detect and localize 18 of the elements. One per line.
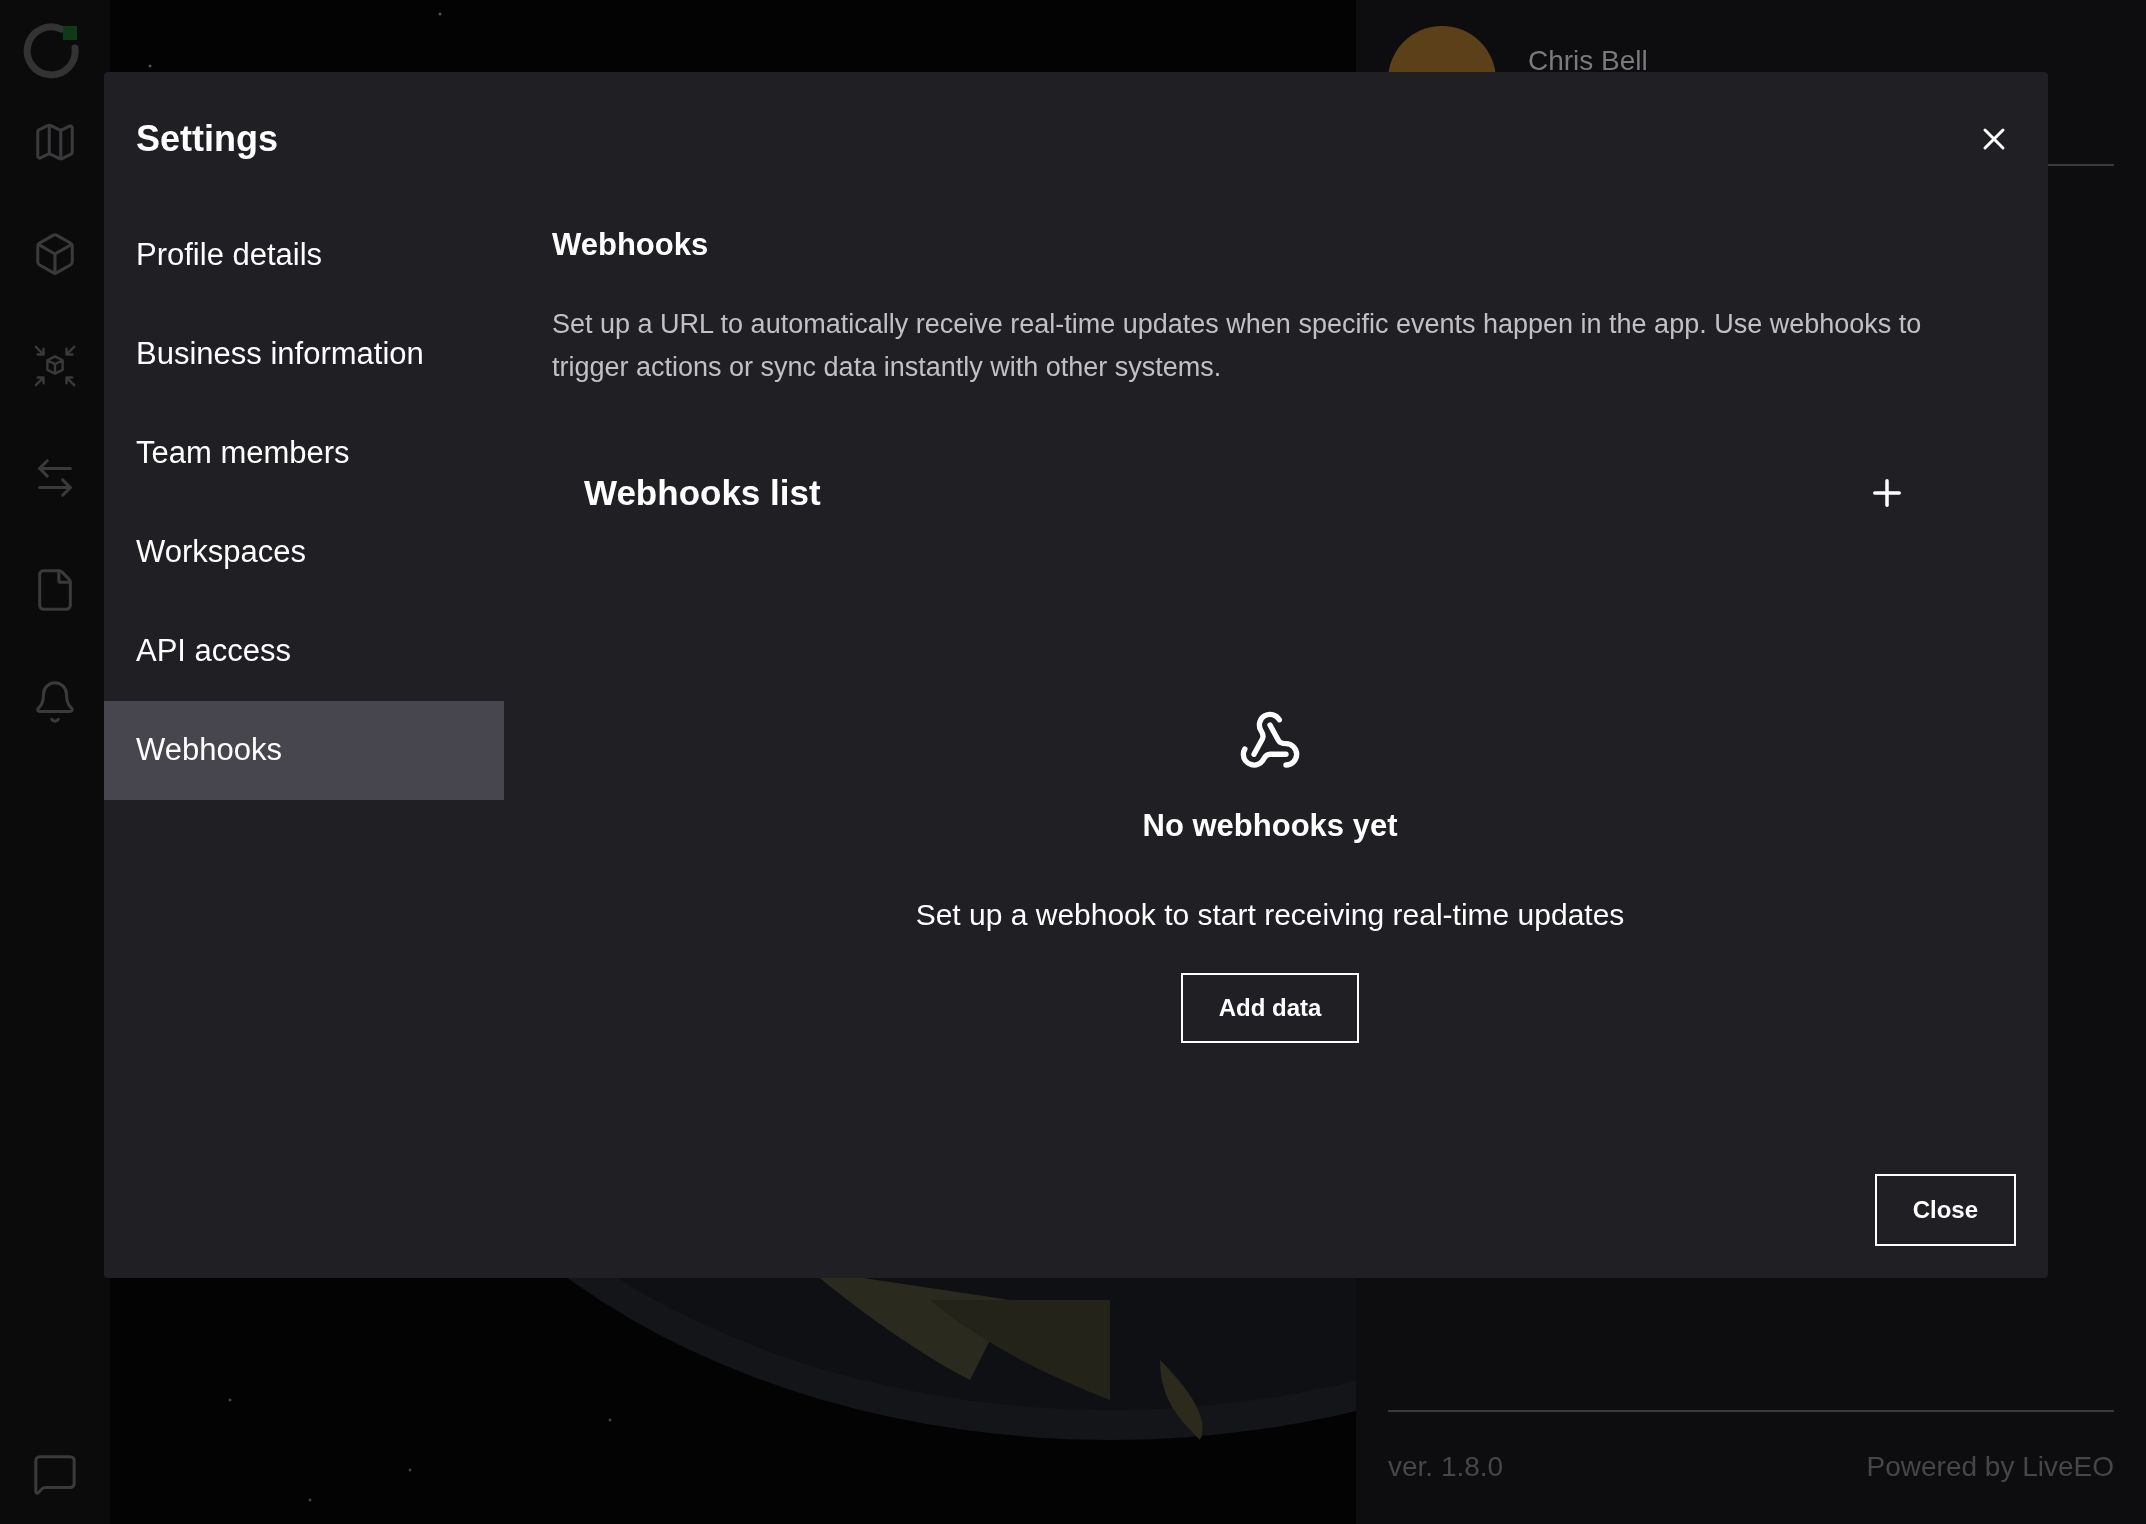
empty-state-text: Set up a webhook to start receiving real-time updates <box>915 896 1625 933</box>
settings-nav-item[interactable]: Team members <box>104 404 504 503</box>
close-button[interactable]: Close <box>1874 1174 2016 1246</box>
settings-nav-item[interactable]: Profile details <box>104 206 504 305</box>
list-title: Webhooks list <box>584 471 821 514</box>
section-title: Webhooks <box>552 226 710 264</box>
section-description: Set up a URL to automatically receive real-time updates when specific events happen in the app. Use webhooks to trigger actions or sync data instantly with other systems. <box>552 307 1923 384</box>
collapse-box-icon <box>32 343 78 389</box>
settings-nav-item[interactable]: Workspaces <box>104 503 504 602</box>
settings-nav-item[interactable]: API access <box>104 602 504 701</box>
user-name: Chris Bell <box>1528 44 1648 78</box>
version-text: ver. 1.8.0 <box>1388 1450 1504 1484</box>
powered-by-text: Powered by LiveEO <box>1866 1450 2114 1484</box>
settings-nav-item[interactable]: Business information <box>104 305 504 404</box>
add-data-button[interactable]: Add data <box>1180 972 1360 1043</box>
dialog-title: Settings <box>136 117 278 161</box>
settings-nav-item[interactable]: Webhooks <box>104 701 504 800</box>
empty-state-title: No webhooks yet <box>1142 807 1398 845</box>
